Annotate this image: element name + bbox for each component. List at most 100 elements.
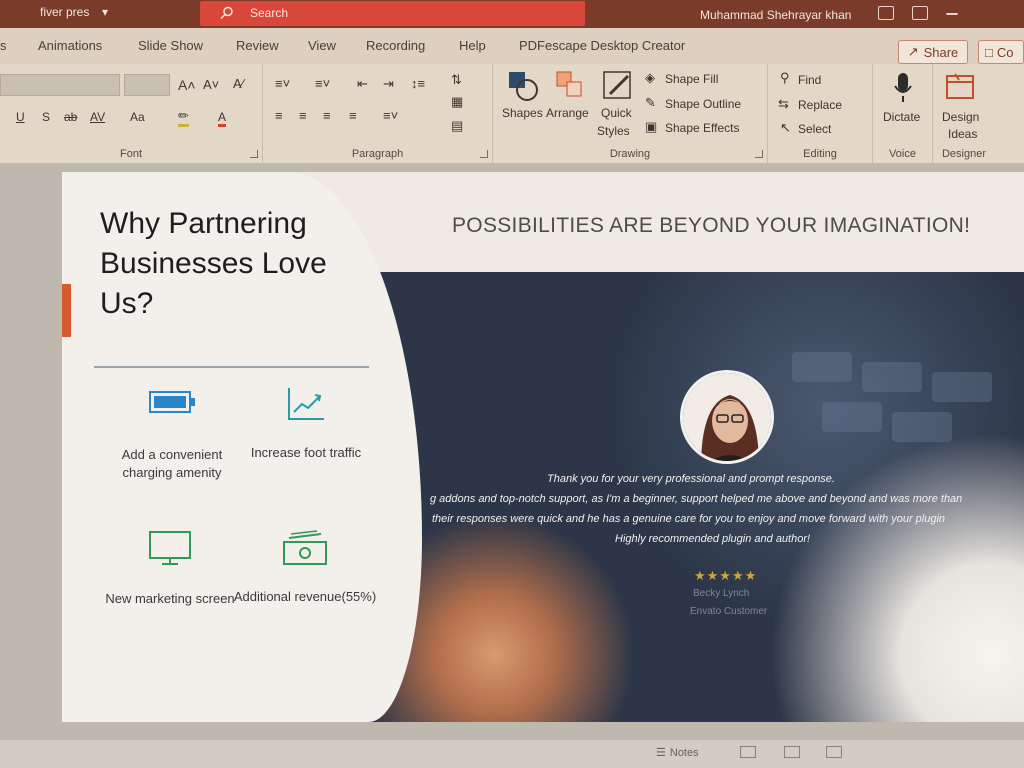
reading-view-icon[interactable] — [826, 746, 842, 758]
select-button[interactable]: Select — [798, 122, 831, 136]
tab-insert-partial[interactable]: s — [0, 38, 7, 53]
tab-help[interactable]: Help — [459, 38, 486, 53]
microphone-icon[interactable] — [893, 72, 913, 104]
shadow-button[interactable]: S — [42, 110, 50, 124]
numbering-icon[interactable]: ≡˅ — [315, 76, 330, 91]
shape-outline-button[interactable]: Shape Outline — [665, 97, 741, 111]
slide-title[interactable]: Why Partnering Businesses Love Us? — [100, 204, 380, 324]
font-name-combo[interactable] — [0, 74, 120, 96]
strikethrough-button[interactable]: ab — [64, 110, 77, 124]
columns-icon[interactable]: ≡˅ — [383, 108, 398, 123]
slide-subtitle[interactable]: POSSIBILITIES ARE BEYOND YOUR IMAGINATIO… — [452, 214, 970, 238]
testimonial-line-4: Highly recommended plugin and author! — [615, 533, 811, 545]
font-group: A˄ A˅ A∕ U S ab AV Aa ✏ A Font — [0, 64, 263, 164]
comments-label: Co — [996, 44, 1014, 60]
select-icon[interactable]: ↖ — [780, 120, 791, 136]
file-name[interactable]: fiver pres — [40, 5, 89, 19]
notes-icon: ☰ — [656, 747, 666, 759]
change-case-button[interactable]: Aa — [130, 110, 145, 124]
shape-effects-button[interactable]: Shape Effects — [665, 121, 740, 135]
normal-view-icon[interactable] — [740, 746, 756, 758]
status-bar: ☰ Notes — [0, 740, 1024, 768]
shrink-font-button[interactable]: A˅ — [203, 77, 219, 92]
increase-indent-icon[interactable]: ⇥ — [383, 76, 394, 92]
user-name[interactable]: Muhammad Shehrayar khan — [700, 8, 851, 22]
testimonial-line-3: their responses were quick and he has a … — [432, 513, 946, 525]
designer-group: Design Ideas Designer — [933, 64, 995, 164]
editing-group-label: Editing — [803, 148, 837, 160]
editing-group: ⚲ Find ⇆ Replace ↖ Select Editing — [768, 64, 873, 164]
align-center-icon[interactable]: ≡ — [299, 108, 307, 123]
coauthor-icon[interactable] — [878, 6, 894, 20]
slide[interactable]: Why Partnering Businesses Love Us? POSSI… — [62, 172, 1024, 722]
feature-label: Additional revenue(55%) — [233, 589, 377, 604]
align-text-icon[interactable]: ▦ — [451, 94, 463, 110]
ribbon: A˄ A˅ A∕ U S ab AV Aa ✏ A Font ≡˅ ≡˅ ⇤ ⇥… — [0, 64, 1024, 164]
arrange-icon[interactable] — [553, 70, 587, 102]
share-button[interactable]: ↗ Share — [898, 40, 968, 64]
decrease-indent-icon[interactable]: ⇤ — [357, 76, 368, 92]
tab-recording[interactable]: Recording — [366, 38, 425, 53]
slide-sorter-icon[interactable] — [784, 746, 800, 758]
design-ideas-icon[interactable] — [945, 72, 977, 102]
clear-formatting-icon[interactable]: A∕ — [233, 76, 244, 91]
feature-marketing-screen: New marketing screen — [95, 530, 245, 608]
smartart-icon[interactable]: ▤ — [451, 118, 463, 134]
shape-fill-icon[interactable]: ◈ — [645, 70, 655, 86]
drawing-group: Shapes Arrange Quick Styles ◈ Shape Fill… — [493, 64, 768, 164]
share-icon: ↗ — [907, 44, 919, 59]
money-icon — [283, 530, 327, 565]
shape-outline-icon[interactable]: ✎ — [645, 95, 656, 111]
feature-foot-traffic: Increase foot traffic — [231, 386, 381, 462]
customer-role: Envato Customer — [690, 606, 768, 617]
comments-button[interactable]: □ Co — [978, 40, 1024, 64]
shapes-label: Shapes — [502, 106, 543, 120]
drawing-dialog-launcher-icon[interactable] — [755, 150, 763, 158]
shape-fill-button[interactable]: Shape Fill — [665, 72, 718, 86]
search-label: Search — [250, 6, 289, 20]
search-icon — [220, 6, 233, 20]
font-group-label: Font — [119, 148, 142, 160]
replace-icon[interactable]: ⇆ — [778, 96, 789, 112]
font-size-combo[interactable] — [124, 74, 170, 96]
shape-effects-icon[interactable]: ▣ — [645, 119, 657, 135]
align-left-icon[interactable]: ≡ — [275, 108, 283, 123]
notes-button[interactable]: ☰ Notes — [656, 746, 699, 760]
character-spacing-button[interactable]: AV — [90, 110, 105, 124]
line-spacing-icon[interactable]: ↕≡ — [411, 76, 425, 91]
find-button[interactable]: Find — [798, 73, 821, 87]
underline-button[interactable]: U — [16, 110, 25, 124]
shapes-icon[interactable] — [507, 70, 541, 102]
dictate-button[interactable]: Dictate — [883, 110, 920, 124]
title-accent-bar — [62, 284, 71, 337]
feature-label: New marketing screen — [105, 591, 235, 606]
feature-revenue: Additional revenue(55%) — [230, 530, 380, 606]
minimize-icon[interactable] — [946, 6, 958, 15]
tab-review[interactable]: Review — [236, 38, 279, 53]
notes-label: Notes — [669, 746, 699, 759]
tab-animations[interactable]: Animations — [38, 38, 102, 53]
font-dialog-launcher-icon[interactable] — [250, 150, 258, 158]
replace-button[interactable]: Replace — [798, 98, 842, 112]
title-bar: fiver pres ▾ Search Muhammad Shehrayar k… — [0, 0, 1024, 28]
ribbon-display-icon[interactable] — [912, 6, 928, 20]
keyboard-image — [792, 352, 992, 442]
drawing-group-label: Drawing — [609, 148, 651, 160]
quick-styles-icon[interactable] — [602, 70, 634, 102]
text-direction-icon[interactable]: ⇅ — [451, 72, 462, 88]
file-name-dropdown-icon[interactable]: ▾ — [102, 5, 108, 19]
paragraph-dialog-launcher-icon[interactable] — [480, 150, 488, 158]
align-right-icon[interactable]: ≡ — [323, 108, 331, 123]
bullets-icon[interactable]: ≡˅ — [275, 76, 290, 91]
tab-view[interactable]: View — [308, 38, 336, 53]
find-icon[interactable]: ⚲ — [780, 70, 790, 86]
feature-charging: Add a convenient charging amenity — [97, 388, 247, 482]
tab-pdfescape[interactable]: PDFescape Desktop Creator — [519, 38, 685, 53]
grow-font-button[interactable]: A˄ — [178, 77, 196, 93]
justify-icon[interactable]: ≡ — [349, 108, 357, 123]
tab-slide-show[interactable]: Slide Show — [138, 38, 203, 53]
comment-icon: □ — [985, 44, 993, 60]
highlight-pen-icon[interactable]: ✏ — [178, 108, 189, 127]
search-box[interactable]: Search — [200, 1, 585, 26]
font-color-button[interactable]: A — [218, 110, 227, 127]
